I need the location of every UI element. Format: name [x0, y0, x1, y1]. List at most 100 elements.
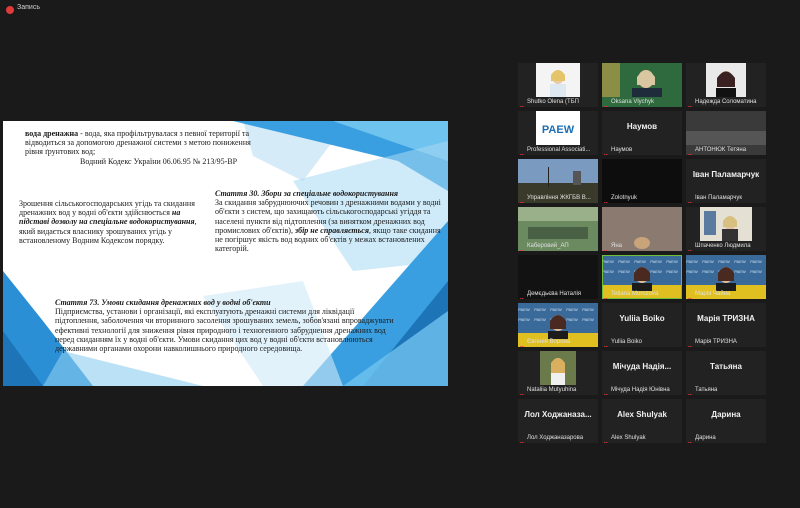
participant-name-label: Іван Паламарчук	[695, 195, 743, 201]
participant-display-name: Yuliia Boiko	[619, 314, 665, 323]
participant-name-label: Shutko Olena (ТБП	[527, 99, 579, 105]
muted-mic-icon	[603, 435, 609, 443]
participant-tile[interactable]: Каберовий_АП	[518, 207, 598, 251]
muted-mic-icon	[603, 99, 609, 107]
participant-name-label: Яна	[611, 243, 622, 249]
shared-screen-slide: вода дренажна - вода, яка профільтрувала…	[3, 121, 448, 386]
svg-text:PAEW: PAEW	[518, 317, 530, 322]
muted-mic-icon	[603, 387, 609, 395]
participant-name-label: Марія ТРИЗНА	[695, 339, 737, 345]
svg-text:PAEW: PAEW	[702, 269, 714, 274]
svg-text:PAEW: PAEW	[550, 307, 562, 312]
muted-mic-icon	[687, 291, 693, 299]
participant-tile[interactable]: Демєдьєва Наталія	[518, 255, 598, 299]
svg-text:PAEW: PAEW	[702, 259, 714, 264]
participant-tile[interactable]: Надежда Соломатина	[686, 63, 766, 107]
svg-text:PAEW: PAEW	[566, 317, 578, 322]
muted-mic-icon	[603, 243, 609, 251]
participant-tile[interactable]: Nataliia Mutyuhina	[518, 351, 598, 395]
participant-name-label: Zolotnyuk	[611, 195, 638, 201]
slide-article-30: Стаття 30. Збори за спеціальне водокорис…	[215, 189, 447, 253]
participant-tile[interactable]: Мічуда Надія... Мічуда Надія Юнівна	[602, 351, 682, 395]
svg-text:PAEW: PAEW	[582, 307, 594, 312]
participant-tile[interactable]: АНТОНЮК Тетяна	[686, 111, 766, 155]
svg-text:PAEW: PAEW	[542, 124, 575, 136]
slide-irrigation-paragraph: Зрошення сільськогосподарських угідь та …	[19, 199, 199, 245]
participant-name-label: Татьяна	[695, 387, 718, 393]
muted-mic-icon	[603, 195, 609, 203]
irrigation-text-a: Зрошення сільськогосподарських угідь та …	[19, 199, 195, 218]
participant-tile[interactable]: Zolotnyuk	[602, 159, 682, 203]
participant-display-name: Alex Shulyak	[617, 410, 667, 419]
svg-text:PAEW: PAEW	[750, 259, 762, 264]
participant-name-label: Professional Associati...	[527, 147, 591, 153]
muted-mic-icon	[603, 147, 609, 155]
svg-text:PAEW: PAEW	[734, 259, 746, 264]
muted-mic-icon	[687, 339, 693, 347]
participant-name-label: Наумов	[611, 147, 633, 153]
participant-tile[interactable]: Yuliia Boiko Yuliia Boiko	[602, 303, 682, 347]
participant-name-label: Nataliia Mutyuhina	[527, 387, 577, 393]
participant-name-label: АНТОНЮК Тетяна	[695, 147, 747, 153]
muted-mic-icon	[519, 339, 525, 347]
muted-mic-icon	[687, 99, 693, 107]
participant-tile[interactable]: Наумов Наумов	[602, 111, 682, 155]
svg-text:PAEW: PAEW	[686, 259, 698, 264]
participant-display-name: Наумов	[626, 122, 658, 131]
participant-name-label: Мічуда Надія Юнівна	[611, 387, 670, 393]
participant-tile[interactable]: Дарина Дарина	[686, 399, 766, 443]
participant-tile[interactable]: Лол Ходжаназа... Лол Ходжаназарова	[518, 399, 598, 443]
participant-tile[interactable]: Марія ТРИЗНА Марія ТРИЗНА	[686, 303, 766, 347]
muted-mic-icon	[687, 195, 693, 203]
participant-name-label: Надежда Соломатина	[695, 99, 757, 105]
muted-mic-icon	[519, 195, 525, 203]
participant-tile[interactable]: PAEWPAEWPAEWPAEWPAEWPAEWPAEWPAEWPAEWPAEW…	[686, 255, 766, 299]
participant-tile[interactable]: Oksana Vlychyk	[602, 63, 682, 107]
participant-tile[interactable]: Шпаченко Людмила	[686, 207, 766, 251]
muted-mic-icon	[519, 435, 525, 443]
participant-tile[interactable]: Іван Паламарчук Іван Паламарчук	[686, 159, 766, 203]
muted-mic-icon	[519, 243, 525, 251]
participant-name-label: Yuliia Boiko	[611, 339, 643, 345]
muted-mic-icon	[687, 243, 693, 251]
definition-term: вода дренажна	[25, 129, 79, 138]
participant-name-label: Oksana Vlychyk	[611, 99, 655, 105]
svg-text:PAEW: PAEW	[718, 259, 730, 264]
participant-display-name: Іван Паламарчук	[692, 170, 760, 179]
article-30-bold: збір не справляється	[294, 225, 369, 235]
participant-name-label: Каберовий_АП	[527, 243, 569, 249]
svg-text:PAEW: PAEW	[534, 307, 546, 312]
participant-display-name: Мічуда Надія...	[612, 362, 672, 371]
participant-tile[interactable]: Татьяна Татьяна	[686, 351, 766, 395]
muted-mic-icon	[687, 435, 693, 443]
svg-text:PAEW: PAEW	[686, 269, 698, 274]
participant-tile[interactable]: PAEWPAEWPAEWPAEWPAEWPAEWPAEWPAEWPAEWPAEW…	[518, 303, 598, 347]
participant-tile[interactable]: PAEW Professional Associati...	[518, 111, 598, 155]
participant-tile[interactable]: PAEWPAEWPAEWPAEWPAEWPAEWPAEWPAEWPAEWPAEW…	[602, 255, 682, 299]
participant-name-label: Управління ЖКГБВ В...	[527, 195, 591, 201]
slide-article-73: Стаття 73. Умови скидання дренажних вод …	[55, 298, 395, 353]
participant-tile[interactable]: Яна	[602, 207, 682, 251]
participant-tile[interactable]: Alex Shulyak Alex Shulyak	[602, 399, 682, 443]
muted-mic-icon	[519, 147, 525, 155]
participant-name-label: Alex Shulyak	[611, 435, 646, 441]
participant-tile[interactable]: Shutko Olena (ТБП	[518, 63, 598, 107]
svg-text:PAEW: PAEW	[734, 269, 746, 274]
svg-text:PAEW: PAEW	[582, 317, 594, 322]
participant-name-label: Євгенія Ворона	[527, 339, 571, 345]
article-73-text: Підприємства, установи і організації, як…	[55, 307, 394, 353]
muted-mic-icon	[519, 99, 525, 107]
muted-mic-icon	[603, 291, 609, 299]
recording-label: Запись	[17, 4, 40, 11]
participant-name-label: Tetiana Morozova	[611, 291, 659, 297]
participant-tile[interactable]: Управління ЖКГБВ В...	[518, 159, 598, 203]
muted-mic-icon	[519, 291, 525, 299]
participant-display-name: Дарина	[711, 410, 741, 419]
recording-bar: Запись	[0, 0, 800, 20]
svg-text:PAEW: PAEW	[566, 307, 578, 312]
participant-display-name: Татьяна	[710, 362, 742, 371]
participant-name-label: Шпаченко Людмила	[695, 243, 751, 249]
participant-name-label: Демєдьєва Наталія	[527, 291, 582, 297]
participant-display-name: Марія ТРИЗНА	[697, 314, 755, 323]
participant-name-label: Марія Чайна	[695, 291, 731, 297]
